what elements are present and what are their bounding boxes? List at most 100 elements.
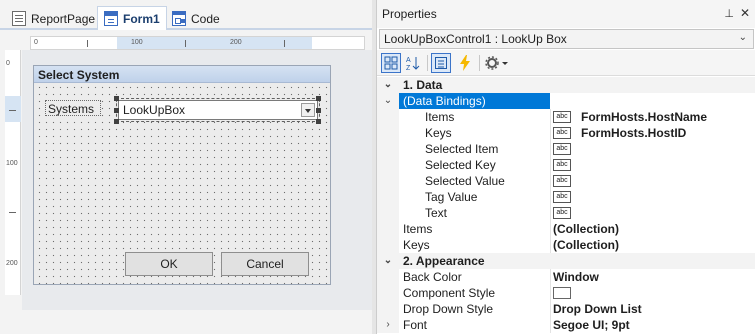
systems-label[interactable]: Systems: [45, 100, 101, 116]
toolbar-separator: [479, 55, 480, 71]
property-name: Drop Down Style: [403, 302, 494, 316]
properties-panel: Properties ⊥ ✕ LookUpBoxControl1 : LookU…: [376, 0, 755, 334]
row-gutter: [377, 157, 399, 173]
resize-handle[interactable]: [114, 119, 119, 124]
property-row-data-bindings[interactable]: ⌄ (Data Bindings): [377, 93, 755, 109]
property-name: Text: [425, 206, 448, 220]
ruler-tick: [284, 40, 285, 47]
properties-icon[interactable]: [431, 53, 451, 73]
style-swatch: [553, 287, 571, 299]
property-row-component-style[interactable]: Component Style: [377, 285, 755, 301]
row-gutter: [377, 173, 399, 189]
property-row-selected-item[interactable]: Selected Item abc: [377, 141, 755, 157]
page-icon: [12, 11, 26, 26]
text-type-icon: abc: [553, 191, 571, 203]
settings-icon[interactable]: [483, 53, 511, 73]
column-divider: [550, 237, 551, 253]
property-row-binding-keys[interactable]: Keys abc FormHosts.HostID: [377, 125, 755, 141]
resize-handle[interactable]: [114, 108, 119, 113]
lookup-box[interactable]: LookUpBox: [118, 100, 318, 120]
property-grid: ⌄ 1. Data ⌄ (Data Bindings) Items abc Fo…: [377, 77, 755, 334]
category-row-appearance[interactable]: ⌄ 2. Appearance: [377, 253, 755, 269]
tab-form1[interactable]: Form1: [97, 6, 167, 30]
category-label: 2. Appearance: [403, 254, 485, 268]
ruler-label: 0: [6, 60, 10, 67]
cancel-button[interactable]: Cancel: [221, 252, 309, 276]
row-gutter: [377, 189, 399, 205]
column-divider: [550, 125, 551, 141]
lookup-box-text: LookUpBox: [123, 103, 186, 117]
ruler-tick: [87, 40, 88, 47]
property-row-selected-key[interactable]: Selected Key abc: [377, 157, 755, 173]
properties-header: Properties ⊥ ✕: [377, 0, 755, 28]
object-selector[interactable]: LookUpBoxControl1 : LookUp Box ⌄: [379, 29, 754, 49]
property-row-font[interactable]: › Font Segoe UI; 9pt: [377, 317, 755, 333]
resize-handle[interactable]: [316, 119, 321, 124]
collapse-icon[interactable]: ⌄: [377, 253, 399, 269]
property-value: (Collection): [553, 238, 619, 252]
pin-icon[interactable]: ⊥: [724, 7, 734, 20]
text-type-icon: abc: [553, 111, 571, 123]
property-name: Component Style: [403, 286, 496, 300]
object-selector-value: LookUpBoxControl1 : LookUp Box: [384, 32, 567, 46]
property-row-items[interactable]: Items (Collection): [377, 221, 755, 237]
property-value: Drop Down List: [553, 302, 642, 316]
property-row-text[interactable]: Text abc: [377, 205, 755, 221]
property-row-keys[interactable]: Keys (Collection): [377, 237, 755, 253]
row-gutter: [377, 141, 399, 157]
column-divider: [550, 269, 551, 285]
property-name: Keys: [403, 238, 430, 252]
row-gutter: [377, 237, 399, 253]
vertical-ruler: 0 100 200: [5, 50, 21, 295]
row-gutter: [377, 301, 399, 317]
row-gutter: [377, 109, 399, 125]
ruler-label: 200: [6, 260, 18, 267]
text-type-icon: abc: [553, 143, 571, 155]
tab-reportpage[interactable]: ReportPage: [6, 7, 101, 30]
property-name: Selected Key: [425, 158, 496, 172]
ok-button[interactable]: OK: [125, 252, 213, 276]
property-name: Font: [403, 318, 428, 332]
alphabetical-icon[interactable]: AZ: [403, 53, 423, 73]
events-icon[interactable]: [455, 53, 475, 73]
categorized-icon[interactable]: [381, 53, 401, 73]
category-row-data[interactable]: ⌄ 1. Data: [377, 77, 755, 93]
property-name: Items: [403, 222, 433, 236]
row-gutter: [377, 285, 399, 301]
property-row-back-color[interactable]: Back Color Window: [377, 269, 755, 285]
property-name: Selected Value: [425, 174, 505, 188]
document-tabs: ReportPage Form1 Code: [0, 0, 372, 30]
form-window[interactable]: Select System Systems LookUpBox OK Cance…: [33, 65, 331, 285]
ruler-tick: [9, 110, 16, 111]
chevron-down-icon[interactable]: [301, 103, 315, 117]
close-icon[interactable]: ✕: [740, 6, 750, 20]
property-row-selected-value[interactable]: Selected Value abc: [377, 173, 755, 189]
row-gutter: [377, 125, 399, 141]
property-name: Selected Item: [425, 142, 499, 156]
toolbar-separator: [427, 55, 428, 71]
expand-icon[interactable]: ›: [377, 317, 399, 333]
properties-title: Properties: [382, 7, 437, 21]
ruler-highlight: [5, 96, 21, 122]
property-row-tag-value[interactable]: Tag Value abc: [377, 189, 755, 205]
tab-code[interactable]: Code: [166, 7, 226, 30]
resize-handle[interactable]: [316, 108, 321, 113]
text-type-icon: abc: [553, 159, 571, 171]
property-name: Back Color: [403, 270, 462, 284]
property-row-drop-down-style[interactable]: Drop Down Style Drop Down List: [377, 301, 755, 317]
property-value: FormHosts.HostName: [581, 110, 708, 124]
property-row-binding-items[interactable]: Items abc FormHosts.HostName: [377, 109, 755, 125]
tab-label: Form1: [123, 11, 160, 26]
collapse-icon[interactable]: ⌄: [377, 77, 399, 93]
text-type-icon: abc: [553, 207, 571, 219]
code-icon: [172, 11, 186, 26]
horizontal-ruler: 0 100 200: [30, 36, 365, 50]
form-icon: [104, 11, 118, 26]
collapse-icon[interactable]: ⌄: [377, 93, 399, 109]
resize-handle[interactable]: [316, 96, 321, 101]
property-name: Items: [425, 110, 455, 124]
resize-handle[interactable]: [114, 96, 119, 101]
ruler-label: 100: [131, 39, 143, 46]
property-value: Window: [553, 270, 599, 284]
property-name: (Data Bindings): [399, 93, 550, 109]
